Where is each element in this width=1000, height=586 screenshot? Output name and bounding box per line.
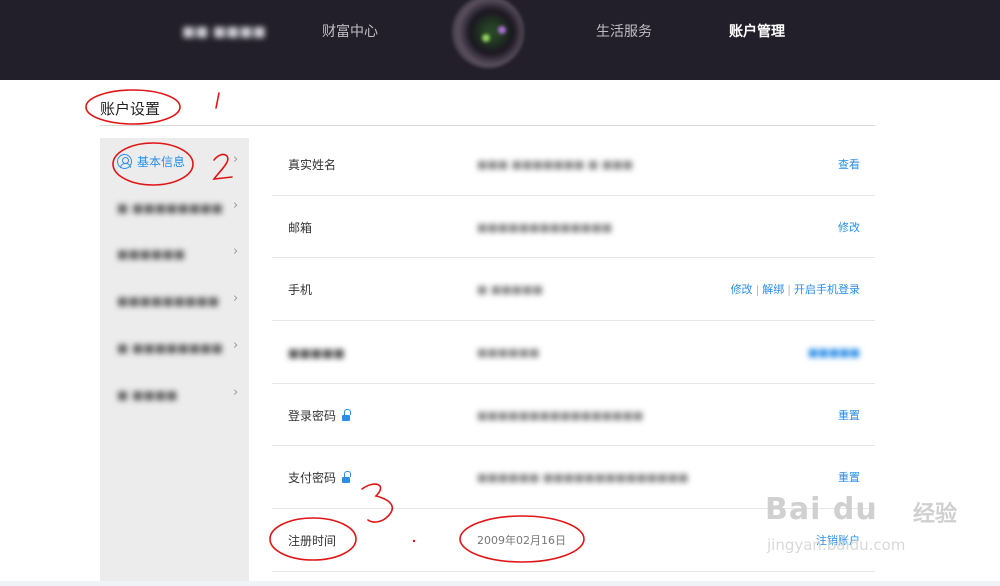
sidebar-item-blurred[interactable]: ■ ■■■■ › — [100, 373, 249, 419]
sidebar-item-label: ■ ■■■■■■■■ — [117, 341, 223, 355]
chevron-right-icon: › — [233, 291, 239, 306]
enable-phone-login-link[interactable]: 开启手机登录 — [794, 283, 860, 296]
row-label-text: 支付密码 — [288, 471, 337, 486]
top-navigation-bar: ■■ ■■■■ 财富中心 生活服务 账户管理 — [0, 0, 1000, 80]
row-label: 邮箱 — [288, 220, 313, 235]
nav-item-life-services[interactable]: 生活服务 — [596, 22, 652, 42]
sidebar-item-blurred[interactable]: ■■■■■■ › — [100, 232, 249, 278]
watermark-url: jingyan.baidu.com — [767, 536, 906, 554]
row-label: 真实姓名 — [288, 158, 337, 172]
footer-strip — [0, 581, 1000, 586]
row-blurred: ■■■■■ ■■■■■■ ■■■■■ — [272, 321, 875, 384]
row-label: 注册时间 — [288, 534, 337, 549]
row-value: ■■■■■■■■■■■■■■■■ — [477, 408, 644, 422]
user-avatar[interactable] — [452, 0, 524, 68]
sidebar-item-label: ■ ■■■■■■■■ — [117, 201, 223, 215]
row-label: 支付密码 — [288, 470, 351, 486]
baidu-jingyan-watermark: Bai du 经验 jingyan.baidu.com — [765, 488, 985, 578]
watermark-brand: Bai du — [765, 492, 878, 527]
sidebar-item-blurred[interactable]: ■■■■■■■■■ › — [100, 279, 249, 325]
chevron-right-icon: › — [233, 385, 239, 400]
user-icon — [117, 154, 132, 169]
row-login-password: 登录密码 ■■■■■■■■■■■■■■■■ 重置 — [272, 384, 875, 447]
sidebar-item-blurred[interactable]: ■ ■■■■■■■■ › — [100, 326, 249, 372]
row-email: 邮箱 ■■■■■■■■■■■■■ 修改 — [272, 196, 875, 259]
modify-link[interactable]: 修改 — [731, 283, 753, 296]
link-separator: | — [755, 283, 760, 297]
nav-item-wealth-center[interactable]: 财富中心 — [322, 22, 378, 42]
lock-icon — [342, 471, 351, 484]
link-separator: | — [787, 283, 791, 297]
unbind-link[interactable]: 解绑 — [762, 283, 784, 296]
row-label: 登录密码 — [288, 408, 351, 424]
sidebar-item-label: 基本信息 — [137, 155, 186, 169]
watermark-site: 经验 — [913, 502, 958, 527]
row-value: ■ ■■■■■ — [477, 283, 543, 297]
row-label-text: 登录密码 — [288, 408, 337, 423]
title-divider — [100, 125, 875, 126]
modify-link[interactable]: 修改 — [838, 221, 860, 234]
sidebar-item-label: ■ ■■■■ — [117, 388, 178, 402]
row-label: ■■■■■ — [288, 346, 345, 361]
nav-item-account-management[interactable]: 账户管理 — [729, 22, 785, 42]
row-value: ■■■■■■ — [477, 346, 540, 360]
row-phone: 手机 ■ ■■■■■ 修改 | 解绑 | 开启手机登录 — [272, 258, 875, 322]
annotation-number-1 — [215, 92, 220, 109]
row-real-name: 真实姓名 ■■■ ■■■■■■■ ■ ■■■ 查看 — [272, 133, 875, 196]
chevron-right-icon: › — [233, 244, 239, 259]
action-link[interactable]: ■■■■■ — [808, 346, 860, 359]
sidebar-item-label: ■■■■■■ — [117, 247, 186, 261]
nav-item-blurred[interactable]: ■■ ■■■■ — [182, 22, 266, 42]
sidebar-item-blurred[interactable]: ■ ■■■■■■■■ › — [100, 186, 249, 232]
avatar-detail — [498, 26, 506, 34]
page-title: 账户设置 — [100, 100, 161, 118]
sidebar-item-basic-info[interactable]: 基本信息 › — [100, 140, 249, 186]
row-value: ■■■ ■■■■■■■ ■ ■■■ — [477, 158, 633, 171]
row-label: 手机 — [288, 283, 313, 298]
view-link[interactable]: 查看 — [838, 158, 860, 171]
sidebar-item-label: ■■■■■■■■■ — [117, 294, 220, 308]
chevron-right-icon: › — [233, 338, 239, 353]
registration-date: 2009年02月16日 — [477, 534, 566, 548]
chevron-right-icon: › — [233, 198, 239, 213]
row-value: ■■■■■■ ■■■■■■■■■■■■■■ — [477, 471, 689, 485]
lock-icon — [342, 408, 351, 421]
reset-link[interactable]: 重置 — [838, 409, 860, 422]
settings-sidebar: 基本信息 › ■ ■■■■■■■■ › ■■■■■■ › ■■■■■■■■■ ›… — [100, 138, 249, 586]
chevron-right-icon: › — [233, 152, 239, 167]
avatar-detail — [482, 34, 490, 42]
row-value: ■■■■■■■■■■■■■ — [477, 220, 613, 234]
reset-link[interactable]: 重置 — [838, 471, 860, 484]
